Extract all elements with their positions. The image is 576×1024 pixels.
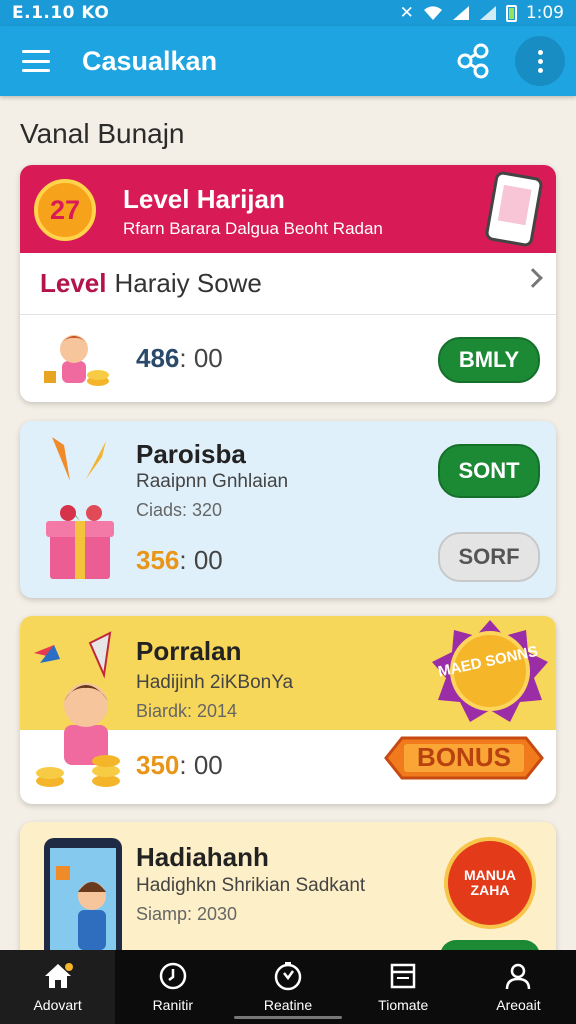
nfc-icon: ✕ — [399, 3, 414, 23]
level-card-footer: 486: 00 BMLY — [20, 315, 556, 402]
gift-amount-value: 356 — [136, 545, 180, 575]
clock-icon — [159, 962, 187, 990]
level-amount: 486: 00 — [136, 343, 223, 374]
starburst-badge-icon: MAED SONNS — [432, 620, 548, 722]
level-amount-suffix: : 00 — [179, 343, 223, 373]
status-left-text: E.1.10 KO — [12, 3, 110, 23]
kid-flags-illustration-icon — [34, 631, 120, 787]
level-card-title: Level Harijan — [123, 184, 285, 214]
status-bar: E.1.10 KO ✕ 1:09 — [0, 0, 576, 26]
medal-icon: 27 — [34, 179, 96, 241]
gift-card-meta: Ciads: 320 — [136, 500, 223, 520]
section-title: Vanal Bunajn — [20, 118, 185, 149]
level-action-button[interactable]: BMLY — [438, 337, 540, 383]
bonus-card[interactable]: Porralan Hadijinh 2iKBonYa Biardk: 2014 … — [20, 616, 556, 804]
level-row-text: Haraiy Sowe — [114, 268, 262, 298]
bonus-amount: 350: 00 — [136, 750, 223, 781]
app-bar: Casualkan — [0, 26, 576, 96]
status-icons: ✕ 1:09 — [400, 3, 564, 23]
bonus-card-subtitle: Hadijinh 2iKBonYa — [136, 672, 294, 693]
bonus-button[interactable]: BONUS — [382, 726, 546, 790]
signal-icon — [452, 6, 469, 20]
status-time: 1:09 — [525, 3, 564, 23]
bonus-card-meta: Biardk: 2014 — [136, 701, 238, 721]
nav-label-profile: Areoait — [496, 997, 541, 1013]
nav-item-ranitir[interactable]: Ranitir — [115, 950, 230, 1024]
reward-badge: MANUA ZAHA — [444, 837, 536, 929]
gift-amount: 356: 00 — [136, 545, 223, 576]
gift-amount-suffix: : 00 — [179, 545, 223, 575]
level-row-label: Level — [40, 268, 107, 298]
level-row[interactable]: Level Haraiy Sowe — [20, 253, 556, 315]
nav-item-home[interactable]: Adovart — [0, 950, 116, 1024]
app-title: Casualkan — [82, 45, 218, 76]
more-options-button[interactable] — [515, 36, 565, 86]
person-icon — [506, 963, 531, 990]
level-card-subtitle: Rfarn Barara Dalgua Beoht Radan — [123, 219, 383, 238]
bonus-amount-value: 350 — [136, 750, 180, 780]
nav-item-profile[interactable]: Areoait — [461, 950, 576, 1024]
home-indicator[interactable] — [234, 1016, 342, 1019]
share-icon[interactable] — [454, 42, 492, 80]
battery-icon — [505, 4, 517, 22]
level-card[interactable]: 27 Level Harijan Rfarn Barara Dalgua Beo… — [20, 165, 556, 402]
bonus-card-title: Porralan — [136, 636, 242, 666]
hamburger-menu-icon[interactable] — [22, 50, 50, 72]
signal-icon-2 — [479, 6, 496, 20]
gift-card[interactable]: Paroisba Raaipnn Gnhlaian Ciads: 320 356… — [20, 421, 556, 598]
nav-label-tiomate: Tiomate — [378, 997, 429, 1013]
wifi-icon — [423, 6, 442, 20]
level-card-header: 27 Level Harijan Rfarn Barara Dalgua Beo… — [20, 165, 556, 253]
kid-coins-illustration-icon — [44, 335, 109, 386]
reward-card-subtitle: Hadighkn Shrikian Sadkant — [136, 875, 366, 896]
nav-label-reatine: Reatine — [263, 997, 313, 1013]
gift-primary-button[interactable]: SONT — [438, 444, 540, 498]
nav-item-reatine[interactable]: Reatine — [230, 950, 345, 1024]
bonus-amount-suffix: : 00 — [179, 750, 223, 780]
level-amount-value: 486 — [136, 343, 180, 373]
reward-card-title: Hadiahanh — [136, 842, 269, 872]
chevron-right-icon — [523, 268, 543, 288]
nav-label-ranitir: Ranitir — [152, 997, 194, 1013]
gift-card-title: Paroisba — [136, 439, 246, 469]
gift-card-subtitle: Raaipnn Gnhlaian — [136, 471, 289, 492]
bonus-button-label: BONUS — [417, 742, 511, 772]
nav-label-home: Adovart — [33, 997, 82, 1013]
stopwatch-icon — [274, 962, 302, 991]
gift-box-illustration-icon — [46, 437, 114, 579]
home-icon — [44, 963, 73, 988]
nav-item-tiomate[interactable]: Tiomate — [346, 950, 461, 1024]
reward-card-meta: Siamp: 2030 — [136, 904, 238, 924]
phone-illustration-icon — [484, 170, 544, 248]
gift-secondary-button[interactable]: SORF — [438, 532, 540, 582]
bottom-navigation: Adovart Ranitir Reatine Tiomate Areoait — [0, 950, 576, 1024]
window-icon — [390, 963, 416, 989]
